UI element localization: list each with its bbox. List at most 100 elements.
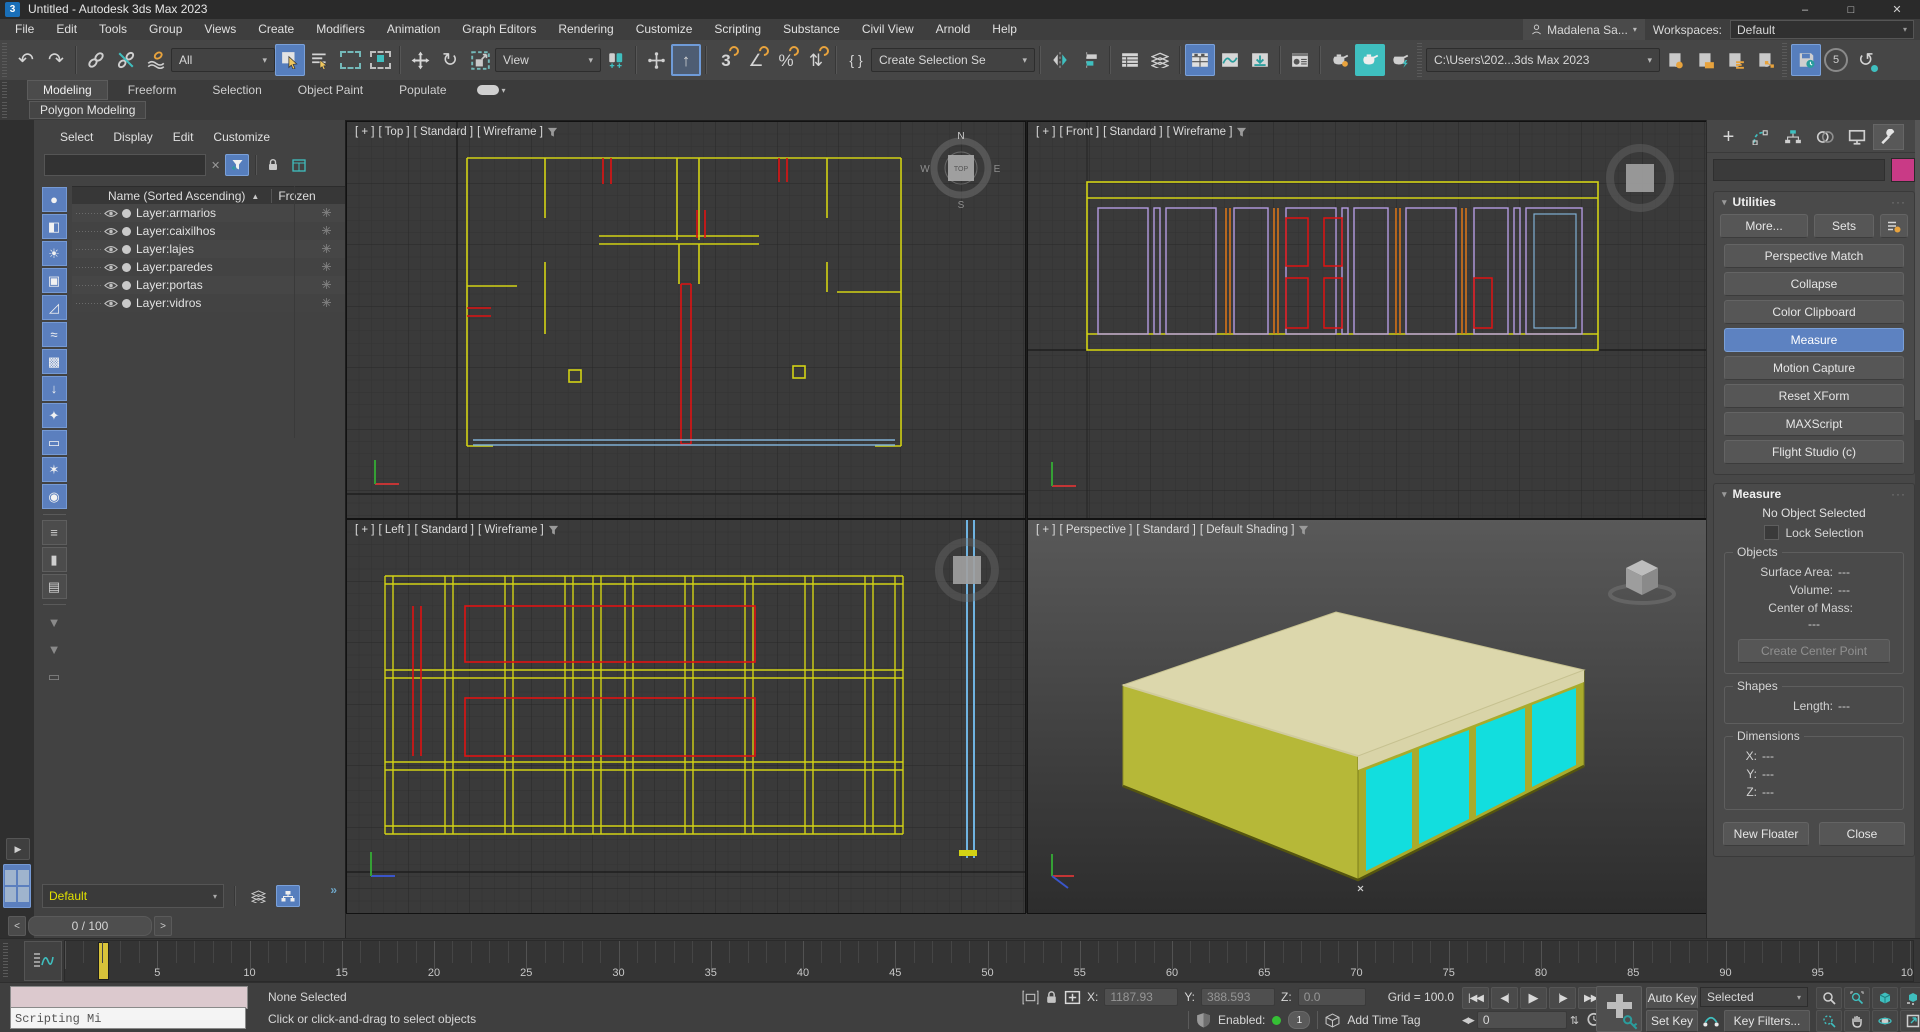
- user-account-menu[interactable]: Madalena Sa... ▾: [1523, 19, 1645, 40]
- select-and-link-icon[interactable]: [81, 44, 111, 76]
- display-filter-xrefs-icon[interactable]: ↓: [41, 376, 67, 401]
- script-editor-icon[interactable]: [1660, 44, 1690, 76]
- layout-flyout-button[interactable]: ▶: [6, 838, 30, 860]
- pan-hand-icon[interactable]: [1844, 1010, 1870, 1032]
- display-filter-notes-view-icon[interactable]: ▤: [41, 574, 67, 599]
- zoom-extents-icon[interactable]: [1872, 987, 1898, 1009]
- z-coordinate-field[interactable]: 0.0: [1297, 988, 1366, 1006]
- ribbon-tab-populate[interactable]: Populate: [383, 80, 462, 100]
- edit-named-selection-sets-button[interactable]: { }: [841, 44, 871, 76]
- use-pivot-point-center-button[interactable]: [601, 44, 631, 76]
- display-filter-archive-icon[interactable]: ▭: [42, 664, 67, 689]
- menu-customize[interactable]: Customize: [625, 19, 704, 40]
- measure-rollout-header[interactable]: ▾ Measure ···: [1714, 484, 1914, 504]
- per-viewport-filter-icon[interactable]: [1298, 525, 1309, 536]
- display-filter-space-warps-icon[interactable]: ≈: [41, 322, 67, 347]
- utility-reset-xform-button[interactable]: Reset XForm: [1724, 384, 1904, 408]
- material-editor-button[interactable]: [1285, 44, 1315, 76]
- rollout-grip[interactable]: ···: [1891, 195, 1906, 209]
- ribbon-tab-freeform[interactable]: Freeform: [112, 80, 193, 100]
- viewport-left-label-segment[interactable]: [ + ]: [355, 524, 375, 536]
- timeline-ruler[interactable]: 5 10 15 20 25 30 35 40 45 50 55 60 65 70 75 80 85 90 95 100: [64, 940, 1914, 982]
- layer-row[interactable]: Layer:portas: [72, 276, 345, 294]
- current-frame-field[interactable]: 0: [1476, 1011, 1567, 1029]
- bind-to-space-warp-icon[interactable]: [141, 44, 171, 76]
- toggle-ribbon-button[interactable]: [1185, 44, 1215, 76]
- display-filter-filter-config-icon[interactable]: ▼: [42, 610, 67, 635]
- display-filter-visibility-icon[interactable]: ◉: [41, 484, 67, 509]
- hierarchy-tab[interactable]: [1777, 124, 1808, 150]
- y-coordinate-field[interactable]: 388.593: [1201, 988, 1276, 1006]
- menu-create[interactable]: Create: [247, 19, 305, 40]
- toggle-scene-explorer-button[interactable]: [1115, 44, 1145, 76]
- menu-group[interactable]: Group: [138, 19, 193, 40]
- set-key-button[interactable]: Set Key: [1646, 1010, 1698, 1032]
- layer-name[interactable]: Layer:vidros: [136, 296, 201, 310]
- maximize-viewport-toggle-icon[interactable]: [1900, 1010, 1920, 1032]
- close-button[interactable]: ✕: [1874, 0, 1920, 19]
- script-open-icon[interactable]: [1690, 44, 1720, 76]
- menu-substance[interactable]: Substance: [772, 19, 851, 40]
- zoom-icon[interactable]: [1816, 987, 1842, 1009]
- viewport-top-label-segment[interactable]: [ Wireframe ]: [477, 126, 543, 138]
- play-button[interactable]: ▶: [1520, 987, 1547, 1009]
- viewport-left-label-segment[interactable]: [ Wireframe ]: [478, 524, 544, 536]
- explorer-menu-edit[interactable]: Edit: [163, 126, 204, 148]
- ribbon-tab-modeling[interactable]: Modeling: [27, 80, 108, 100]
- menu-rendering[interactable]: Rendering: [547, 19, 624, 40]
- modify-tab[interactable]: [1745, 124, 1776, 150]
- viewport-front-label-segment[interactable]: [ + ]: [1036, 126, 1056, 138]
- display-filter-particles-icon[interactable]: ✶: [41, 457, 67, 482]
- visibility-eye-icon[interactable]: [102, 281, 120, 290]
- ribbon-tab-selection[interactable]: Selection: [196, 80, 277, 100]
- workspace-dropdown[interactable]: Default ▾: [1730, 20, 1914, 39]
- create-tab[interactable]: +: [1713, 124, 1744, 150]
- layer-name[interactable]: Layer:armarios: [136, 206, 216, 220]
- keyboard-shortcut-override-toggle[interactable]: ↑: [671, 44, 701, 76]
- lock-selection-checkbox[interactable]: [1764, 525, 1780, 540]
- select-and-move-button[interactable]: [405, 44, 435, 76]
- orbit-icon[interactable]: [1872, 1010, 1898, 1032]
- utilities-rollout-header[interactable]: ▾ Utilities ···: [1714, 192, 1914, 212]
- viewport-perspective-label-segment[interactable]: [ Perspective ]: [1060, 524, 1133, 536]
- align-button[interactable]: [1075, 44, 1105, 76]
- ribbon-tab-object-paint[interactable]: Object Paint: [282, 80, 379, 100]
- angle-snap-toggle[interactable]: ∠: [741, 43, 772, 76]
- safe-scene-shield-icon[interactable]: [1196, 1012, 1211, 1028]
- menu-graph-editors[interactable]: Graph Editors: [451, 19, 547, 40]
- minimize-button[interactable]: –: [1782, 0, 1828, 19]
- display-filter-swatch-view-icon[interactable]: ▮: [41, 547, 67, 572]
- explorer-menu-customize[interactable]: Customize: [203, 126, 280, 148]
- layer-row[interactable]: Layer:armarios: [72, 204, 345, 222]
- layer-name[interactable]: Layer:lajes: [136, 242, 194, 256]
- rendered-frame-window-button[interactable]: [1355, 44, 1385, 76]
- layer-radio-dot[interactable]: [122, 208, 131, 218]
- motion-tab[interactable]: [1809, 124, 1840, 150]
- display-filter-bones-icon[interactable]: ✦: [41, 403, 67, 428]
- viewport-perspective[interactable]: [ + ] [ Perspective ][ Standard ] [ Defaul…: [1027, 519, 1707, 914]
- maxscript-mini-listener-output[interactable]: [10, 986, 248, 1009]
- polygon-modeling-panel[interactable]: Polygon Modeling: [29, 101, 147, 119]
- maximize-button[interactable]: □: [1828, 0, 1874, 19]
- menu-arnold[interactable]: Arnold: [925, 19, 982, 40]
- toolbar-drag-handle[interactable]: [1417, 43, 1422, 77]
- lock-explorer-icon[interactable]: [263, 154, 283, 176]
- viewport-left-label-segment[interactable]: [ Left ]: [379, 524, 411, 536]
- ribbon-drag-handle[interactable]: [2, 102, 7, 118]
- toolbar-drag-handle[interactable]: [2, 43, 7, 77]
- explorer-menu-select[interactable]: Select: [50, 126, 103, 148]
- visibility-eye-icon[interactable]: [102, 209, 120, 218]
- viewport-front[interactable]: [ + ] [ Front ][ Standard ] [ Wireframe ]: [1027, 121, 1707, 519]
- viewport-perspective-label-segment[interactable]: [ Standard ]: [1136, 524, 1195, 536]
- selection-filter-dropdown[interactable]: All ▾: [171, 48, 275, 72]
- menu-file[interactable]: File: [4, 19, 45, 40]
- frame-prev-button[interactable]: <: [8, 916, 26, 936]
- viewport-front-label-segment[interactable]: [ Wireframe ]: [1167, 126, 1233, 138]
- menu-views[interactable]: Views: [193, 19, 247, 40]
- per-viewport-filter-icon[interactable]: [1236, 127, 1247, 138]
- add-time-tag[interactable]: Add Time Tag: [1347, 1013, 1420, 1027]
- absolute-mode-icon[interactable]: [1064, 990, 1081, 1005]
- utilities-tab[interactable]: [1873, 124, 1904, 150]
- viewport-left[interactable]: [ + ] [ Left ][ Standard ] [ Wireframe ]: [346, 519, 1026, 914]
- timeline-drag-handle[interactable]: [3, 943, 8, 977]
